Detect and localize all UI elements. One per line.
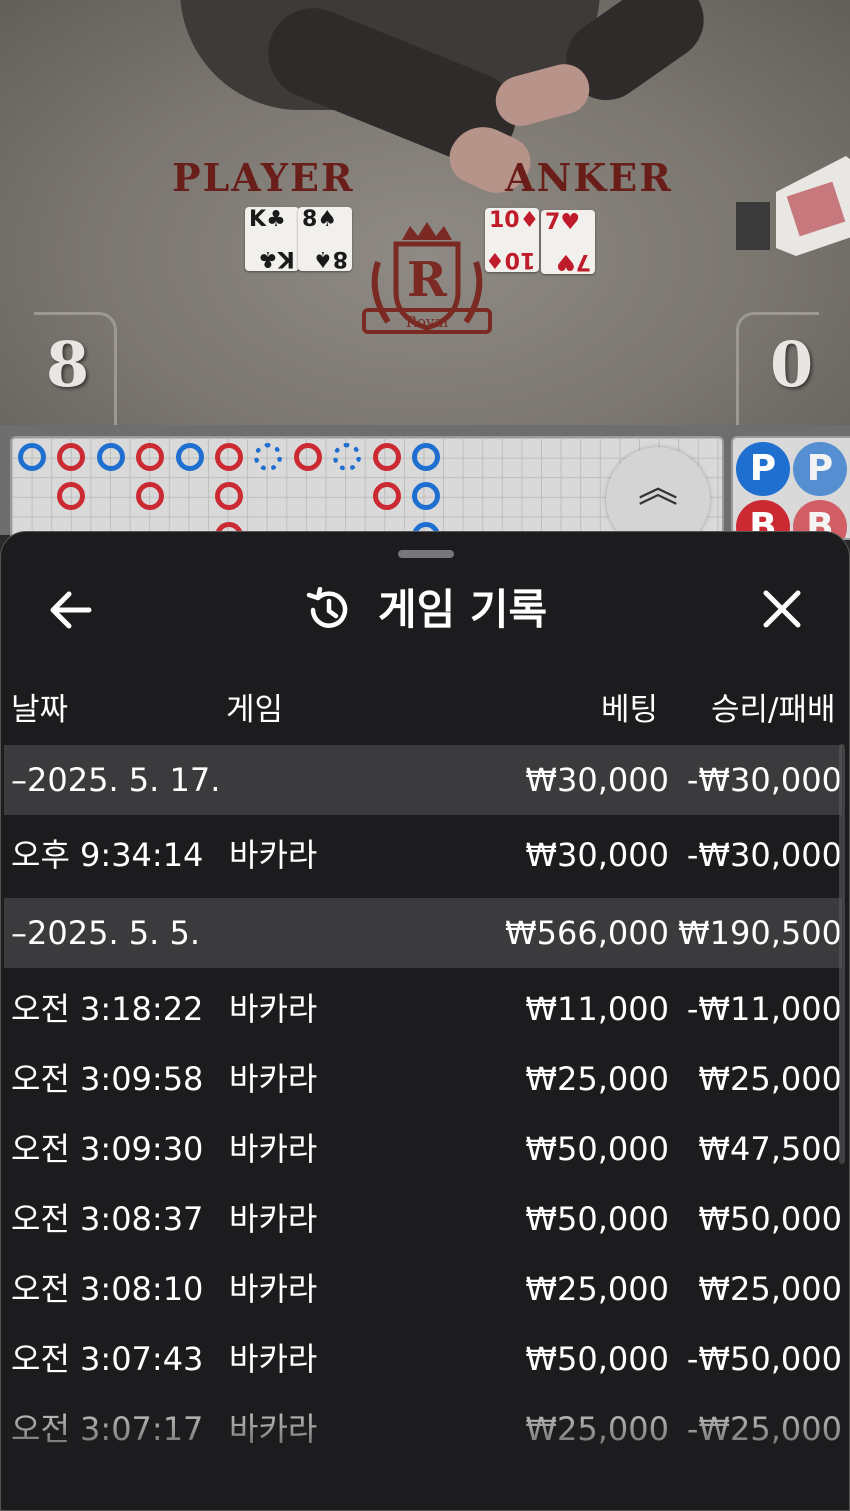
row-game: 바카라 xyxy=(229,1270,318,1308)
row-result: -₩50,000 xyxy=(686,1340,842,1378)
sheet-title: 게임 기록 xyxy=(377,585,548,634)
history-row[interactable]: 오전 3:08:37 바카라 ₩50,000 ₩50,000 xyxy=(4,1184,842,1254)
row-result: ₩25,000 xyxy=(698,1270,842,1308)
banker-win-marker xyxy=(215,482,243,511)
banker-win-marker xyxy=(215,443,243,471)
row-game: 바카라 xyxy=(229,1130,318,1168)
player-pair-marker: P xyxy=(736,442,790,496)
group-result-total: -₩30,000 xyxy=(686,761,842,799)
banker-label: ANKER xyxy=(505,155,673,200)
player-label: PLAYER xyxy=(172,155,355,200)
sheet-header: 게임 기록 xyxy=(1,580,849,640)
player-win-marker xyxy=(254,443,283,471)
row-bet: ₩50,000 xyxy=(525,1200,669,1238)
group-result-total: ₩190,500 xyxy=(678,914,842,952)
row-game: 바카라 xyxy=(229,990,318,1028)
row-time: 오전 3:09:30 xyxy=(11,1130,204,1168)
group-bet-total: ₩566,000 xyxy=(505,914,669,952)
history-row[interactable]: 오전 3:07:43 바카라 ₩50,000 -₩50,000 xyxy=(4,1324,842,1394)
row-bet: ₩11,000 xyxy=(525,990,669,1028)
banker-win-marker xyxy=(372,443,401,471)
card-rank-suit: 7♥ xyxy=(545,210,581,235)
double-chevron-up-icon: ︽ xyxy=(638,465,678,511)
row-time: 오전 3:08:37 xyxy=(11,1200,204,1238)
svg-text:Royal: Royal xyxy=(406,313,449,331)
playing-card: 8♠ 8♠ xyxy=(298,207,352,271)
player-win-marker xyxy=(175,443,204,471)
column-header-bet: 베팅 xyxy=(601,692,659,728)
card-shoe xyxy=(736,156,850,256)
player-score: 8 xyxy=(46,328,90,401)
row-game: 바카라 xyxy=(229,1060,318,1098)
banker-win-marker xyxy=(293,443,322,471)
history-row[interactable]: 오전 3:18:22 바카라 ₩11,000 -₩11,000 xyxy=(4,974,842,1044)
row-bet: ₩30,000 xyxy=(525,836,669,874)
row-bet: ₩25,000 xyxy=(525,1270,669,1308)
history-icon xyxy=(306,587,348,628)
live-video-feed: PLAYER ANKER K♣ K♣ 8♠ 8♠ 10♦ 10♦ 7♥ 7♥ R… xyxy=(0,0,850,425)
row-game: 바카라 xyxy=(229,1340,318,1378)
row-result: ₩25,000 xyxy=(698,1060,842,1098)
sheet-drag-handle[interactable] xyxy=(398,550,454,558)
card-rank-suit: K♣ xyxy=(258,246,295,271)
column-header-date: 날짜 xyxy=(11,692,69,728)
history-row[interactable]: 오전 3:08:10 바카라 ₩25,000 ₩25,000 xyxy=(4,1254,842,1324)
history-row[interactable]: 오전 3:09:58 바카라 ₩25,000 ₩25,000 xyxy=(4,1044,842,1114)
row-game: 바카라 xyxy=(229,836,318,874)
row-result: -₩11,000 xyxy=(686,990,842,1028)
game-history-sheet: 게임 기록 날짜 게임 베팅 승리/패배 –2025. 5. 17. ₩30,0… xyxy=(0,531,850,1511)
group-date: –2025. 5. 5. xyxy=(11,914,201,952)
row-bet: ₩50,000 xyxy=(525,1130,669,1168)
row-time: 오전 3:08:10 xyxy=(11,1270,204,1308)
date-group-row[interactable]: –2025. 5. 17. ₩30,000 -₩30,000 xyxy=(4,745,842,815)
row-result: ₩50,000 xyxy=(698,1200,842,1238)
row-bet: ₩25,000 xyxy=(525,1060,669,1098)
player-win-marker xyxy=(96,443,125,471)
pair-road: P P B B xyxy=(731,436,850,540)
card-rank-suit: 8♠ xyxy=(302,207,338,232)
row-time: 오전 3:07:17 xyxy=(11,1410,204,1448)
banker-win-marker xyxy=(57,443,86,471)
date-group-row[interactable]: –2025. 5. 5. ₩566,000 ₩190,500 xyxy=(4,898,842,968)
row-result: ₩47,500 xyxy=(698,1130,842,1168)
banker-win-marker xyxy=(372,482,401,511)
row-result: -₩30,000 xyxy=(686,836,842,874)
row-time: 오후 9:34:14 xyxy=(11,836,204,874)
card-rank-suit: 7♥ xyxy=(555,249,591,274)
player-win-marker xyxy=(18,443,46,471)
row-time: 오전 3:07:43 xyxy=(11,1340,204,1378)
banker-win-marker xyxy=(57,482,86,511)
close-icon[interactable] xyxy=(759,586,805,632)
royal-crest-logo: R Royal xyxy=(362,222,492,334)
row-time: 오전 3:09:58 xyxy=(11,1060,204,1098)
history-row[interactable]: 오후 9:34:14 바카라 ₩30,000 -₩30,000 xyxy=(4,820,842,890)
player-win-marker xyxy=(333,443,362,471)
row-bet: ₩50,000 xyxy=(525,1340,669,1378)
group-date: –2025. 5. 17. xyxy=(11,761,221,799)
row-result: -₩25,000 xyxy=(686,1410,842,1448)
card-rank-suit: 8♠ xyxy=(312,246,348,271)
card-rank-suit: 10♦ xyxy=(489,208,540,233)
column-header-game: 게임 xyxy=(226,692,284,728)
playing-card: K♣ K♣ xyxy=(245,207,299,271)
banker-win-marker xyxy=(136,482,165,511)
svg-text:R: R xyxy=(407,252,448,308)
group-bet-total: ₩30,000 xyxy=(525,761,669,799)
history-row[interactable]: 오전 3:09:30 바카라 ₩50,000 ₩47,500 xyxy=(4,1114,842,1184)
row-game: 바카라 xyxy=(229,1200,318,1238)
banker-win-marker xyxy=(136,443,165,471)
history-row[interactable]: 오전 3:07:17 바카라 ₩25,000 -₩25,000 xyxy=(4,1394,842,1464)
player-win-marker xyxy=(412,443,440,471)
playing-card: 7♥ 7♥ xyxy=(541,210,595,274)
row-game: 바카라 xyxy=(229,1410,318,1448)
row-bet: ₩25,000 xyxy=(525,1410,669,1448)
banker-score: 0 xyxy=(770,328,814,401)
player-pair-marker: P xyxy=(793,442,847,496)
card-rank-suit: K♣ xyxy=(249,207,286,232)
row-time: 오전 3:18:22 xyxy=(11,990,204,1028)
scrollbar[interactable] xyxy=(839,744,845,1164)
column-header-result: 승리/패배 xyxy=(711,692,836,728)
player-win-marker xyxy=(412,482,440,511)
